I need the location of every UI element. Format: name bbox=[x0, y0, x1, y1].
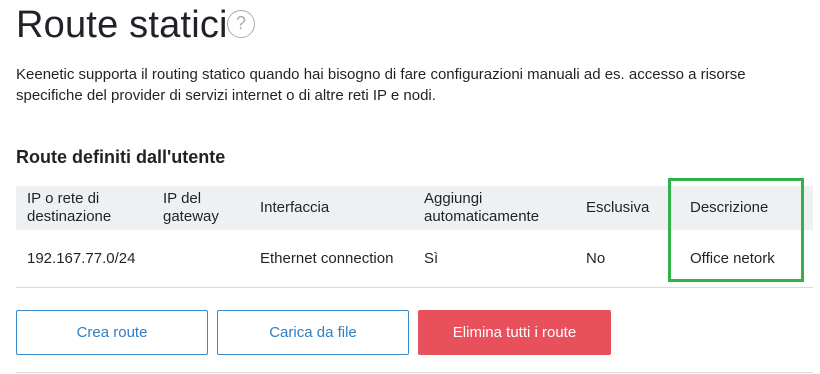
delete-all-routes-button[interactable]: Elimina tutti i route bbox=[418, 310, 611, 355]
header-exclusive: Esclusiva bbox=[586, 199, 650, 216]
cell-auto-add: Sì bbox=[424, 249, 439, 267]
page-description: Keenetic supporta il routing statico qua… bbox=[16, 66, 746, 104]
table-row[interactable]: 192.167.77.0/24 Ethernet connection Sì N… bbox=[16, 230, 813, 288]
upload-file-button[interactable]: Carica da file bbox=[217, 310, 409, 355]
create-route-button[interactable]: Crea route bbox=[16, 310, 208, 355]
cell-destination: 192.167.77.0/24 bbox=[27, 249, 136, 267]
section-title: Route definiti dall'utente bbox=[16, 147, 226, 167]
page-title: Route statici bbox=[16, 4, 228, 46]
divider bbox=[16, 372, 813, 373]
cell-description: Office netork bbox=[690, 249, 775, 267]
header-description: Descrizione bbox=[690, 199, 769, 216]
header-interface: Interfaccia bbox=[260, 199, 330, 216]
cell-exclusive: No bbox=[586, 249, 606, 267]
cell-interface: Ethernet connection bbox=[260, 249, 394, 267]
table-header: IP o rete di destinazione IP del gateway… bbox=[16, 186, 813, 230]
routes-table: IP o rete di destinazione IP del gateway… bbox=[16, 186, 813, 288]
header-auto-add: Aggiungi automaticamente bbox=[424, 190, 540, 225]
header-gateway: IP del gateway bbox=[163, 190, 219, 225]
header-destination: IP o rete di destinazione bbox=[27, 190, 112, 225]
help-icon[interactable]: ? bbox=[227, 10, 255, 38]
